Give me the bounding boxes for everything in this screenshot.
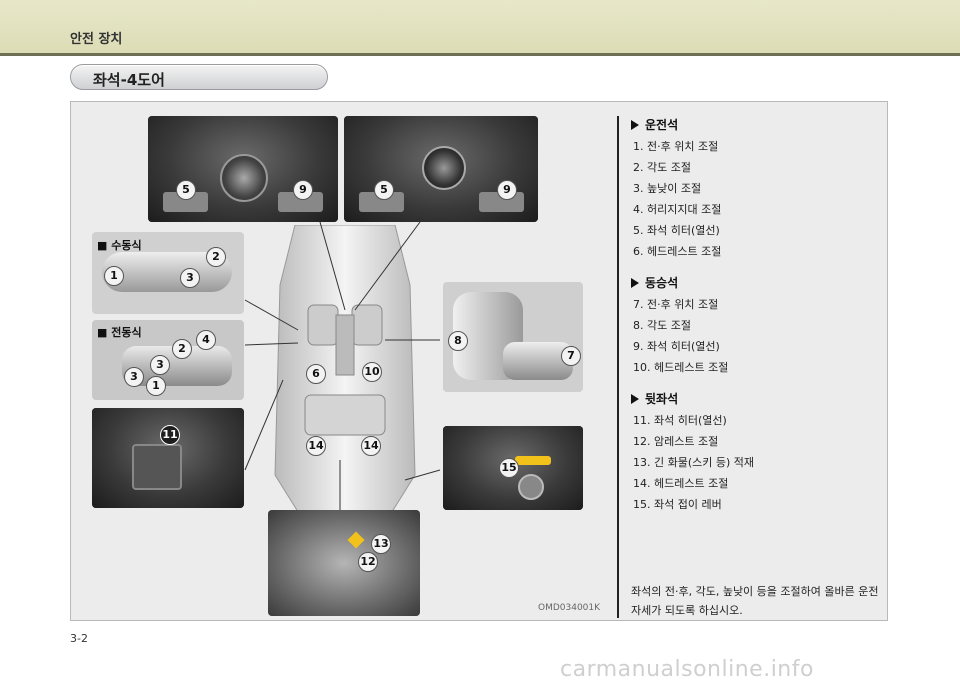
power-seat-label: ■ 전동식 xyxy=(97,326,142,339)
title-pill: 좌석-4도어 xyxy=(70,64,328,90)
photo-rear-door-switch xyxy=(92,408,244,508)
callout-2: 2 xyxy=(206,247,226,267)
list-item: 15. 좌석 접이 레버 xyxy=(633,498,722,511)
callout-13: 13 xyxy=(371,534,391,554)
section-title: 안전 장치 xyxy=(70,32,123,47)
callout-5: 5 xyxy=(176,180,196,200)
triangle-icon xyxy=(631,278,639,288)
callout-10: 10 xyxy=(362,362,382,382)
photo-rear-armrest xyxy=(268,510,420,616)
callout-3: 3 xyxy=(124,367,144,387)
seat-list: 운전석 1. 전·후 위치 조절 2. 각도 조절 3. 높낮이 조절 4. 허… xyxy=(631,116,881,515)
photo-console-left xyxy=(148,116,338,222)
callout-4: 4 xyxy=(196,330,216,350)
list-item: 1. 전·후 위치 조절 xyxy=(633,140,719,153)
section-heading-driver: 운전석 xyxy=(631,116,881,136)
list-item: 14. 헤드레스트 조절 xyxy=(633,477,729,490)
list-item: 8. 각도 조절 xyxy=(633,319,691,332)
page-title: 좌석-4도어 xyxy=(93,71,165,89)
callout-14: 14 xyxy=(306,436,326,456)
callout-12: 12 xyxy=(358,552,378,572)
list-item: 2. 각도 조절 xyxy=(633,161,691,174)
page-number: 3-2 xyxy=(70,632,88,645)
callout-3: 3 xyxy=(180,268,200,288)
triangle-icon xyxy=(631,394,639,404)
header-band xyxy=(0,0,960,56)
section-heading-passenger: 동승석 xyxy=(631,274,881,294)
list-item: 10. 헤드레스트 조절 xyxy=(633,361,729,374)
column-divider xyxy=(617,116,619,618)
list-item: 5. 좌석 히터(열선) xyxy=(633,224,720,237)
list-item: 6. 헤드레스트 조절 xyxy=(633,245,722,258)
callout-6: 6 xyxy=(306,364,326,384)
callout-9: 9 xyxy=(293,180,313,200)
watermark: carmanualsonline.info xyxy=(560,657,814,682)
manual-seat-label: ■ 수동식 xyxy=(97,239,142,252)
callout-1: 1 xyxy=(146,376,166,396)
photo-console-right xyxy=(344,116,538,222)
callout-14: 14 xyxy=(361,436,381,456)
list-item: 11. 좌석 히터(열선) xyxy=(633,414,727,427)
list-item: 7. 전·후 위치 조절 xyxy=(633,298,719,311)
callout-1: 1 xyxy=(104,266,124,286)
callout-15: 15 xyxy=(499,458,519,478)
list-item: 9. 좌석 히터(열선) xyxy=(633,340,720,353)
callout-11: 11 xyxy=(160,425,180,445)
callout-3: 3 xyxy=(150,355,170,375)
list-item: 4. 허리지지대 조절 xyxy=(633,203,722,216)
callout-2: 2 xyxy=(172,339,192,359)
triangle-icon xyxy=(631,120,639,130)
callout-7: 7 xyxy=(561,346,581,366)
callout-5: 5 xyxy=(374,180,394,200)
list-item: 3. 높낮이 조절 xyxy=(633,182,702,195)
list-item: 12. 암레스트 조절 xyxy=(633,435,719,448)
car-top-view xyxy=(274,225,416,515)
section-heading-rear: 뒷좌석 xyxy=(631,390,881,410)
description: 좌석의 전·후, 각도, 높낮이 등을 조절하여 올바른 운전 자세가 되도록 … xyxy=(631,585,879,617)
callout-9: 9 xyxy=(497,180,517,200)
callout-8: 8 xyxy=(448,331,468,351)
figure-code: OMD034001K xyxy=(538,603,601,613)
list-item: 13. 긴 화물(스키 등) 적재 xyxy=(633,456,755,469)
